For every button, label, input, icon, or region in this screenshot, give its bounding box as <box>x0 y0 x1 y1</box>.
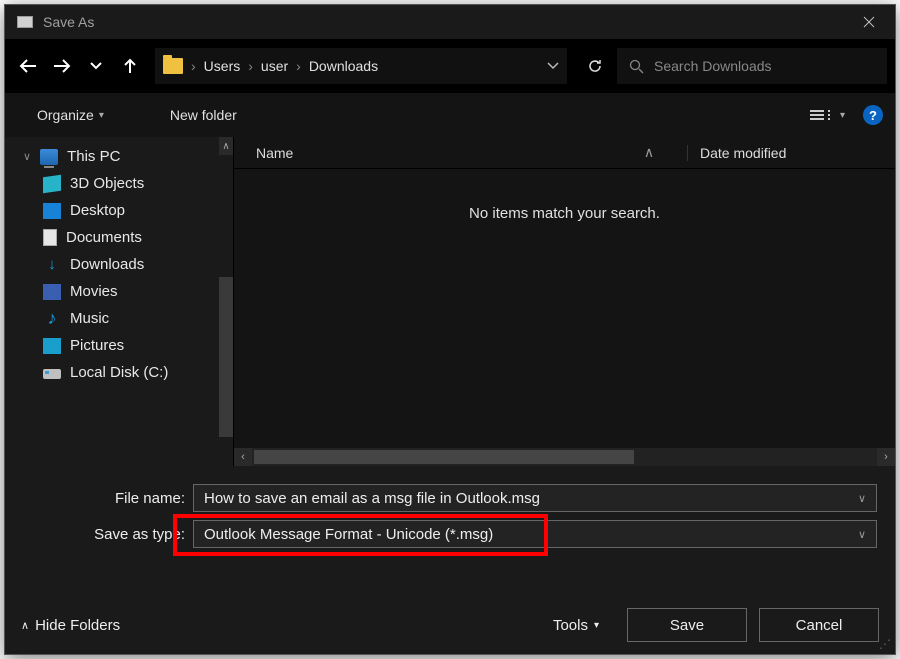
search-placeholder: Search Downloads <box>654 58 772 74</box>
footer: ∧ Hide Folders Tools ▾ Save Cancel <box>5 596 895 654</box>
chevron-down-icon: ▾ <box>99 110 104 121</box>
empty-message: No items match your search. <box>234 169 895 448</box>
sort-ascending-icon: ∧ <box>634 144 664 161</box>
titlebar: Save As <box>5 5 895 39</box>
sidebar-item-3d-objects[interactable]: 3D Objects <box>5 170 233 197</box>
refresh-button[interactable] <box>577 48 613 84</box>
breadcrumb-item[interactable]: user <box>261 58 288 74</box>
address-bar[interactable]: › Users › user › Downloads <box>155 48 567 84</box>
column-date-modified[interactable]: Date modified <box>687 145 895 161</box>
desktop-icon <box>43 203 61 219</box>
chevron-down-icon: ∨ <box>23 150 31 163</box>
save-as-type-label: Save as type: <box>23 526 193 543</box>
search-icon <box>629 59 644 74</box>
sidebar-item-desktop[interactable]: Desktop <box>5 197 233 224</box>
back-button[interactable] <box>13 51 43 81</box>
scroll-up-button[interactable]: ∧ <box>219 137 233 155</box>
sidebar-scrollbar[interactable] <box>219 277 233 437</box>
sidebar-item-this-pc[interactable]: ∨ This PC <box>5 143 233 170</box>
sidebar-item-pictures[interactable]: Pictures <box>5 332 233 359</box>
search-input[interactable]: Search Downloads <box>617 48 887 84</box>
chevron-up-icon: ∧ <box>21 619 29 632</box>
organize-button[interactable]: Organize ▾ <box>17 103 124 127</box>
sidebar-item-music[interactable]: ♪Music <box>5 305 233 332</box>
filename-label: File name: <box>23 490 193 507</box>
view-options-button[interactable]: ▾ <box>810 110 845 121</box>
movie-icon <box>43 284 61 300</box>
cancel-button[interactable]: Cancel <box>759 608 879 642</box>
breadcrumb-item[interactable]: Users <box>204 58 241 74</box>
scroll-thumb[interactable] <box>254 450 634 464</box>
scroll-left-icon[interactable]: ‹ <box>234 448 252 466</box>
save-button[interactable]: Save <box>627 608 747 642</box>
new-folder-button[interactable]: New folder <box>150 103 257 127</box>
breadcrumb-item[interactable]: Downloads <box>309 58 378 74</box>
save-as-dialog: Save As › Users › user › Downloads <box>4 4 896 655</box>
document-icon <box>43 229 57 246</box>
folder-icon <box>163 58 183 74</box>
column-headers: Name ∧ Date modified <box>234 137 895 169</box>
cube-icon <box>43 174 61 193</box>
disk-icon <box>43 369 61 379</box>
chevron-right-icon: › <box>248 58 253 74</box>
chevron-down-icon: ▾ <box>840 110 845 121</box>
chevron-right-icon: › <box>296 58 301 74</box>
hide-folders-button[interactable]: ∧ Hide Folders <box>21 617 120 634</box>
picture-icon <box>43 338 61 354</box>
save-as-type-select[interactable]: Outlook Message Format - Unicode (*.msg)… <box>193 520 877 548</box>
recent-locations-button[interactable] <box>81 51 111 81</box>
app-icon <box>17 16 33 28</box>
window-title: Save As <box>43 14 847 30</box>
chevron-down-icon: ▾ <box>594 620 599 631</box>
sidebar-item-documents[interactable]: Documents <box>5 224 233 251</box>
horizontal-scrollbar[interactable]: ‹ › <box>234 448 895 466</box>
column-name[interactable]: Name <box>234 145 434 161</box>
tools-button[interactable]: Tools ▾ <box>553 617 599 634</box>
chevron-right-icon: › <box>191 58 196 74</box>
chevron-down-icon[interactable]: ∨ <box>858 528 866 541</box>
toolbar: Organize ▾ New folder ▾ ? <box>5 93 895 137</box>
address-dropdown-icon[interactable] <box>547 62 559 70</box>
sidebar: ∧ ∨ This PC 3D Objects Desktop Documents… <box>5 137 233 466</box>
pc-icon <box>40 149 58 165</box>
filename-input[interactable]: How to save an email as a msg file in Ou… <box>193 484 877 512</box>
help-button[interactable]: ? <box>863 105 883 125</box>
nav-row: › Users › user › Downloads Search Downlo… <box>5 39 895 93</box>
sidebar-item-downloads[interactable]: ↓Downloads <box>5 251 233 278</box>
up-button[interactable] <box>115 51 145 81</box>
close-button[interactable] <box>847 5 891 39</box>
sidebar-item-local-disk[interactable]: Local Disk (C:) <box>5 359 233 386</box>
forward-button[interactable] <box>47 51 77 81</box>
scroll-right-icon[interactable]: › <box>877 448 895 466</box>
download-icon: ↓ <box>43 257 61 273</box>
music-icon: ♪ <box>43 311 61 327</box>
resize-grip[interactable]: ⋰ <box>879 638 891 650</box>
form-area: File name: How to save an email as a msg… <box>5 466 895 566</box>
sidebar-item-movies[interactable]: Movies <box>5 278 233 305</box>
chevron-down-icon[interactable]: ∨ <box>858 492 866 505</box>
file-list: Name ∧ Date modified No items match your… <box>233 137 895 466</box>
